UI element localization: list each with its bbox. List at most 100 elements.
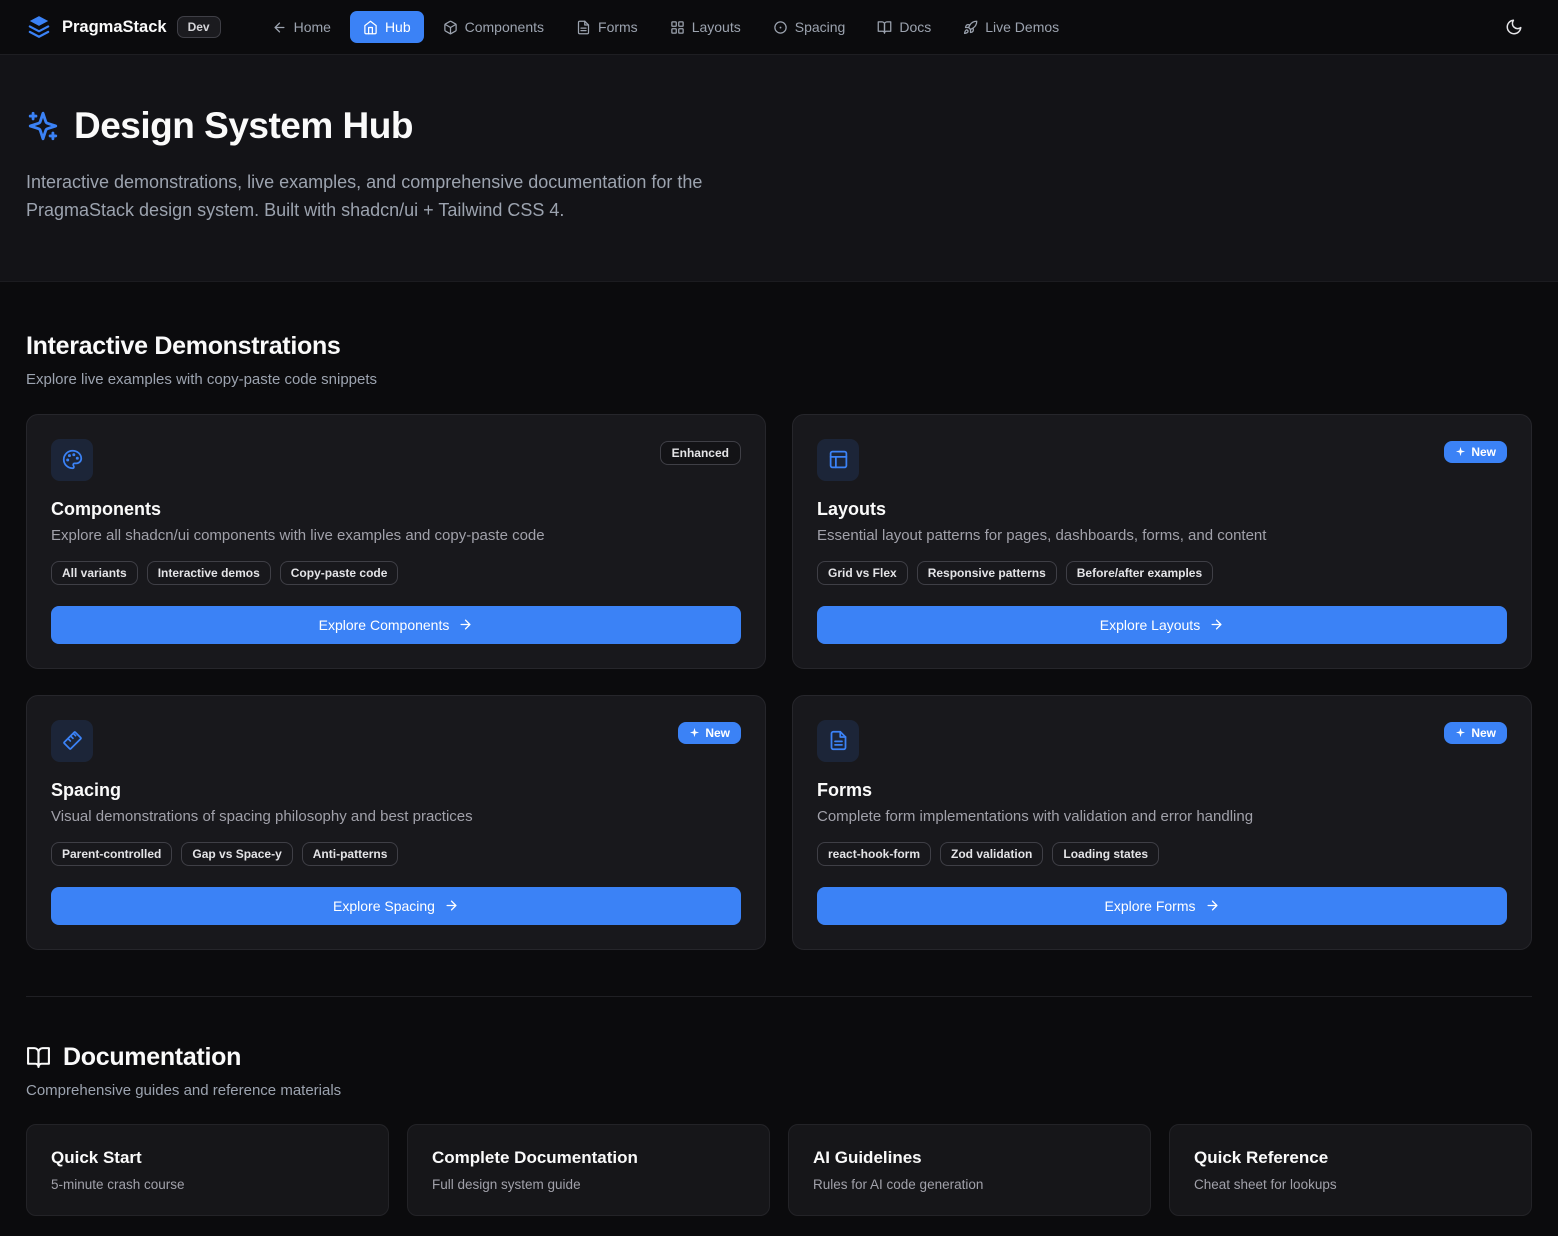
tag: Copy-paste code (280, 561, 399, 585)
explore-components-button[interactable]: Explore Components (51, 606, 741, 644)
tag: Loading states (1052, 842, 1159, 866)
docs-grid: Quick Start 5-minute crash course Comple… (26, 1124, 1532, 1216)
sparkle-icon (689, 727, 700, 738)
nav-item-layouts[interactable]: Layouts (657, 11, 754, 43)
doc-card-title: Complete Documentation (432, 1148, 745, 1168)
brand[interactable]: PragmaStack Dev (26, 14, 221, 40)
nav-item-label: Home (294, 19, 331, 35)
tag: Grid vs Flex (817, 561, 908, 585)
arrow-left-icon (272, 20, 287, 35)
nav-item-live-demos[interactable]: Live Demos (950, 11, 1072, 43)
tag: Parent-controlled (51, 842, 172, 866)
badge-label: New (1471, 445, 1496, 459)
demos-section: Interactive Demonstrations Explore live … (26, 282, 1532, 950)
nav-item-label: Spacing (795, 19, 846, 35)
tag: All variants (51, 561, 138, 585)
demo-card-spacing: New Spacing Visual demonstrations of spa… (26, 695, 766, 950)
card-description: Explore all shadcn/ui components with li… (51, 527, 741, 544)
doc-card-complete-documentation[interactable]: Complete Documentation Full design syste… (407, 1124, 770, 1216)
moon-icon (1505, 18, 1523, 36)
file-text-icon (817, 720, 859, 762)
tag: Zod validation (940, 842, 1043, 866)
demo-card-forms: New Forms Complete form implementations … (792, 695, 1532, 950)
nav-item-label: Docs (899, 19, 931, 35)
rocket-icon (963, 20, 978, 35)
documentation-title: Documentation (63, 1043, 241, 1072)
hero-section: Design System Hub Interactive demonstrat… (0, 55, 1558, 282)
tag: Before/after examples (1066, 561, 1213, 585)
nav-item-spacing[interactable]: Spacing (760, 11, 859, 43)
explore-forms-button[interactable]: Explore Forms (817, 887, 1507, 925)
doc-card-title: Quick Start (51, 1148, 364, 1168)
tag-row: Grid vs Flex Responsive patterns Before/… (817, 561, 1507, 585)
tag: Anti-patterns (302, 842, 399, 866)
cta-label: Explore Forms (1104, 898, 1195, 914)
main-content: Interactive Demonstrations Explore live … (0, 282, 1558, 1236)
doc-card-description: Full design system guide (432, 1177, 745, 1192)
nav-item-hub[interactable]: Hub (350, 11, 424, 43)
sparkle-icon (1455, 446, 1466, 457)
card-title: Forms (817, 780, 1507, 801)
nav-item-forms[interactable]: Forms (563, 11, 651, 43)
sparkles-icon (26, 109, 60, 143)
doc-card-quick-reference[interactable]: Quick Reference Cheat sheet for lookups (1169, 1124, 1532, 1216)
book-open-icon (26, 1045, 51, 1070)
nav-item-components[interactable]: Components (430, 11, 557, 43)
main-nav: Home Hub Components Forms Layouts Spacin… (259, 11, 1073, 43)
card-description: Essential layout patterns for pages, das… (817, 527, 1507, 544)
nav-item-docs[interactable]: Docs (864, 11, 944, 43)
book-open-icon (877, 20, 892, 35)
tag: Interactive demos (147, 561, 271, 585)
theme-toggle-button[interactable] (1496, 9, 1532, 45)
nav-item-label: Forms (598, 19, 638, 35)
card-title: Layouts (817, 499, 1507, 520)
sparkle-icon (1455, 727, 1466, 738)
card-title: Spacing (51, 780, 741, 801)
demo-card-components: Enhanced Components Explore all shadcn/u… (26, 414, 766, 669)
cta-label: Explore Spacing (333, 898, 435, 914)
tag: Responsive patterns (917, 561, 1057, 585)
arrow-right-icon (458, 617, 473, 632)
new-badge: New (1444, 722, 1507, 744)
doc-card-description: Rules for AI code generation (813, 1177, 1126, 1192)
layers-logo-icon (26, 14, 52, 40)
panels-icon (817, 439, 859, 481)
file-text-icon (576, 20, 591, 35)
ruler-icon (51, 720, 93, 762)
tag-row: Parent-controlled Gap vs Space-y Anti-pa… (51, 842, 741, 866)
enhanced-badge: Enhanced (660, 441, 741, 465)
explore-layouts-button[interactable]: Explore Layouts (817, 606, 1507, 644)
demos-subtitle: Explore live examples with copy-paste co… (26, 371, 1532, 388)
doc-card-description: Cheat sheet for lookups (1194, 1177, 1507, 1192)
cta-label: Explore Layouts (1100, 617, 1200, 633)
explore-spacing-button[interactable]: Explore Spacing (51, 887, 741, 925)
tag: Gap vs Space-y (181, 842, 292, 866)
card-description: Complete form implementations with valid… (817, 808, 1507, 825)
card-title: Components (51, 499, 741, 520)
doc-card-title: AI Guidelines (813, 1148, 1126, 1168)
house-icon (363, 20, 378, 35)
card-description: Visual demonstrations of spacing philoso… (51, 808, 741, 825)
tag: react-hook-form (817, 842, 931, 866)
demo-grid: Enhanced Components Explore all shadcn/u… (26, 414, 1532, 950)
doc-card-ai-guidelines[interactable]: AI Guidelines Rules for AI code generati… (788, 1124, 1151, 1216)
box-icon (443, 20, 458, 35)
dev-badge: Dev (177, 16, 221, 38)
nav-item-label: Live Demos (985, 19, 1059, 35)
arrow-right-icon (444, 898, 459, 913)
layout-grid-icon (670, 20, 685, 35)
doc-card-quick-start[interactable]: Quick Start 5-minute crash course (26, 1124, 389, 1216)
circle-icon (773, 20, 788, 35)
arrow-right-icon (1205, 898, 1220, 913)
page-subtitle: Interactive demonstrations, live example… (26, 169, 782, 225)
nav-item-home[interactable]: Home (259, 11, 344, 43)
documentation-subtitle: Comprehensive guides and reference mater… (26, 1082, 1532, 1099)
nav-item-label: Layouts (692, 19, 741, 35)
badge-label: New (1471, 726, 1496, 740)
cta-label: Explore Components (319, 617, 450, 633)
new-badge: New (678, 722, 741, 744)
documentation-section: Documentation Comprehensive guides and r… (26, 997, 1532, 1236)
navbar: PragmaStack Dev Home Hub Components Form… (0, 0, 1558, 55)
demo-card-layouts: New Layouts Essential layout patterns fo… (792, 414, 1532, 669)
arrow-right-icon (1209, 617, 1224, 632)
